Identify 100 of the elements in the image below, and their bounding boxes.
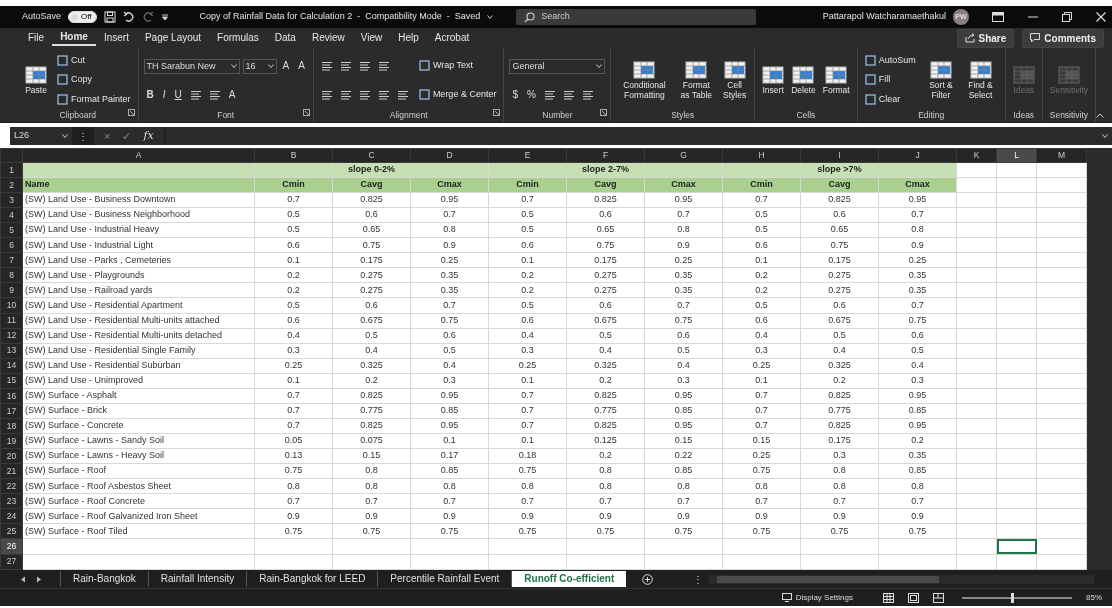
column-header[interactable]: I <box>800 148 879 163</box>
user-name: Pattarapol Watcharamaethakul <box>822 10 946 24</box>
menu-tab[interactable]: Review <box>303 31 353 45</box>
dropdown-field[interactable]: TH Sarabun New <box>143 58 240 74</box>
search-field[interactable]: Search <box>516 9 757 25</box>
page-layout-icon <box>908 592 919 603</box>
table-cell: 0.9 <box>644 508 723 524</box>
comments-button[interactable]: Comments <box>1022 28 1104 48</box>
ribbon-button[interactable]: Copy <box>55 73 94 87</box>
enter-button[interactable]: ✓ <box>122 127 132 145</box>
dropdown-field[interactable]: General <box>509 58 606 74</box>
menu-tab[interactable]: Page Layout <box>136 31 210 45</box>
table-cell: 0.6 <box>722 237 801 253</box>
sheet-tab[interactable]: Rainfall Intensity <box>147 571 247 587</box>
column-header[interactable]: B <box>254 148 333 163</box>
more-button[interactable]: ⋮ <box>74 127 92 145</box>
active-cell[interactable] <box>996 539 1037 555</box>
table-cell: 0.7 <box>254 403 333 419</box>
column-header[interactable]: J <box>878 148 957 163</box>
menu-tab[interactable]: Acrobat <box>426 31 478 45</box>
ribbon-button[interactable]: Wrap Text <box>416 58 476 73</box>
column-header[interactable]: H <box>722 148 801 163</box>
column-header[interactable]: M <box>1036 148 1087 163</box>
font-style-button[interactable]: A <box>279 60 293 73</box>
column-header[interactable]: K <box>956 148 997 163</box>
ribbon-button[interactable]: Insert <box>760 64 787 96</box>
autosave-toggle[interactable]: Off <box>68 11 97 23</box>
menu-tab[interactable]: Insert <box>95 31 137 45</box>
table-cell: 0.4 <box>332 343 411 359</box>
square-icon <box>57 55 68 67</box>
table-cell: 0.4 <box>566 343 645 359</box>
sheet-tab[interactable]: Runoff Co-efficient <box>511 571 627 587</box>
font-style-button[interactable]: A <box>295 60 308 73</box>
column-header[interactable]: F <box>566 148 645 163</box>
horizontal-scrollbar[interactable] <box>709 574 1094 584</box>
column-header[interactable]: C <box>332 148 411 163</box>
table-cell: (SW) Surface - Roof Galvanized Iron Sheet <box>22 508 255 524</box>
number-style-button[interactable]: $ <box>509 89 521 102</box>
font-style-button[interactable]: B <box>143 89 157 102</box>
table-cell: 0.6 <box>722 313 801 329</box>
ribbon-button[interactable]: Conditional Formatting <box>616 60 673 100</box>
font-style-button[interactable]: U <box>171 89 185 102</box>
column-header[interactable]: D <box>410 148 489 163</box>
table-cell: 0.6 <box>800 298 879 314</box>
table-cell: 0.75 <box>254 463 333 479</box>
display-settings-button[interactable]: Display Settings <box>781 591 853 604</box>
menu-tab[interactable]: Home <box>52 30 96 46</box>
lines-icon <box>562 90 575 101</box>
vertical-scrollbar[interactable] <box>1087 148 1112 570</box>
table-cell: 0.75 <box>800 523 879 539</box>
ribbon-button[interactable]: Merge & Center <box>416 87 499 102</box>
menu-tab[interactable]: Help <box>390 31 427 45</box>
table-cell: 0.7 <box>488 388 567 404</box>
more-button[interactable]: ⋮ <box>693 571 704 587</box>
ribbon-button[interactable]: Sort & Filter <box>923 60 959 100</box>
cancel-button[interactable]: × <box>104 127 111 145</box>
sheet-tab[interactable]: Rain-Bangkok <box>60 571 148 587</box>
ribbon-button[interactable]: Clear <box>862 92 903 107</box>
table-cell: 0.85 <box>644 403 723 419</box>
table-cell: 0.5 <box>332 328 411 344</box>
ribbon-button[interactable]: Paste <box>23 64 49 96</box>
table-cell: 0.25 <box>722 448 801 464</box>
table-cell: 0.7 <box>488 418 567 434</box>
column-header[interactable]: E <box>488 148 567 163</box>
table-cell: 0.85 <box>410 403 489 419</box>
table-cell: 0.2 <box>488 267 567 283</box>
table-cell: 0.4 <box>254 328 333 344</box>
ribbon-button[interactable]: Find & Select <box>961 60 1000 100</box>
ribbon-button[interactable]: Format Painter <box>55 92 133 107</box>
ribbon-button[interactable]: AutoSum <box>862 53 918 68</box>
ribbon-button[interactable]: Fill <box>862 73 893 87</box>
ribbon-button[interactable]: Cell Styles <box>720 60 750 100</box>
column-header[interactable]: L <box>996 148 1037 163</box>
menu-tab[interactable]: Formulas <box>209 31 267 45</box>
ribbon-button[interactable]: Format as Table <box>675 60 718 100</box>
table-cell: 0.15 <box>644 433 723 449</box>
number-style-button[interactable]: % <box>523 89 539 102</box>
column-header[interactable]: A <box>22 148 255 163</box>
ribbon-button[interactable]: Delete <box>789 64 818 96</box>
sheet-tab[interactable]: Rain-Bangkok for LEED <box>246 571 378 587</box>
dropdown-field[interactable]: 16 <box>242 58 277 74</box>
menu-tab[interactable]: View <box>352 31 391 45</box>
font-style-button[interactable]: I <box>159 89 169 102</box>
column-header[interactable]: G <box>644 148 723 163</box>
menu-tab[interactable]: File <box>20 31 53 45</box>
table-cell: 0.6 <box>878 328 957 344</box>
insert-function-button[interactable]: fx <box>143 127 154 145</box>
menu-tab[interactable]: Data <box>266 31 304 45</box>
font-style-button[interactable]: A <box>225 89 239 102</box>
share-button[interactable]: Share <box>956 28 1015 48</box>
formula-input[interactable] <box>165 127 1112 145</box>
ribbon-button[interactable]: Format <box>820 64 852 96</box>
table-cell: 0.7 <box>410 207 489 223</box>
customize-icon <box>160 13 169 21</box>
table-cell: 0.8 <box>800 478 879 494</box>
table-cell: 0.35 <box>410 282 489 298</box>
ribbon-button[interactable]: Cut <box>55 53 87 68</box>
table-cell: 0.7 <box>254 192 333 208</box>
name-box[interactable]: L26 <box>10 127 72 145</box>
table-cell: 0.75 <box>332 237 411 253</box>
